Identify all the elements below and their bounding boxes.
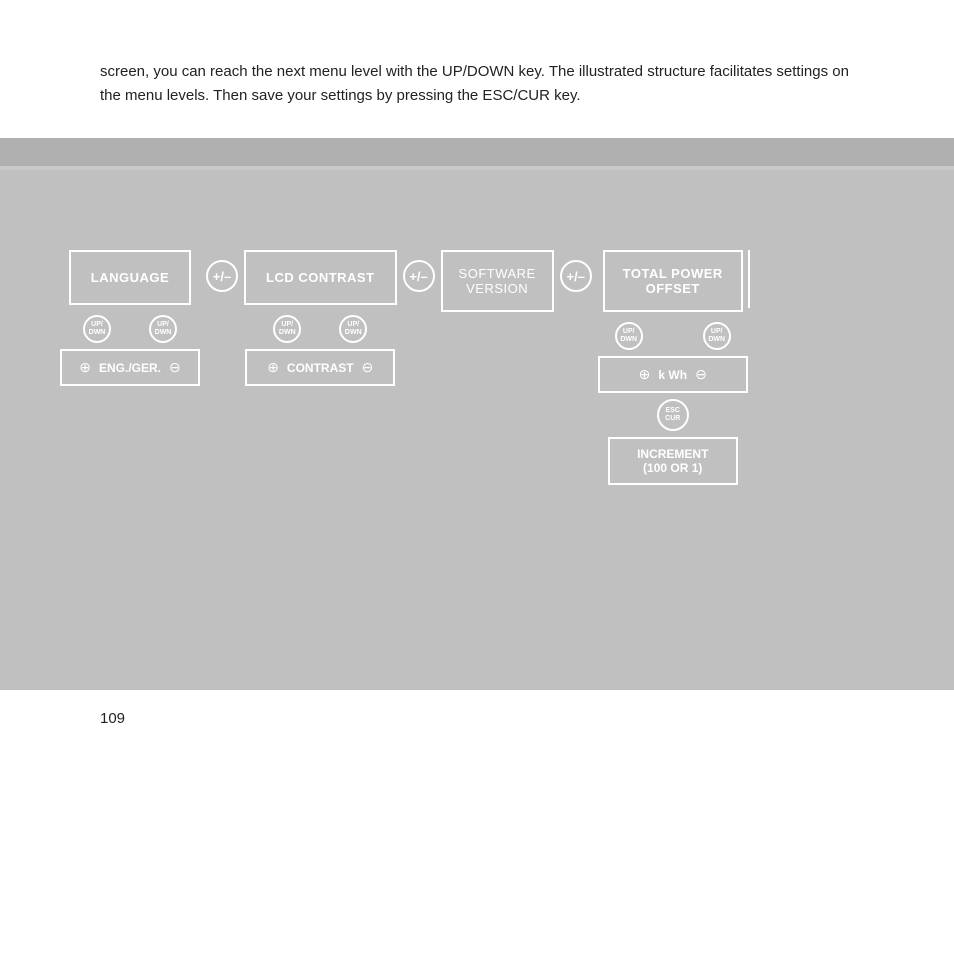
- intro-paragraph: screen, you can reach the next menu leve…: [100, 60, 854, 108]
- contrast-box: ⊕ CONTRAST ⊖: [245, 349, 395, 386]
- connector-circle-3: +/–: [560, 260, 592, 292]
- language-updwn-right: UP/ DWN: [149, 315, 177, 343]
- page-number-section: 109: [0, 690, 954, 747]
- right-vertical-line: [748, 250, 750, 308]
- esc-cur-circle: ESC CUR: [657, 399, 689, 431]
- plus-icon-left: ⊕: [79, 359, 91, 376]
- tpo-updwn-left: UP/ DWN: [615, 322, 643, 350]
- tpo-updwn-row: UP/ DWN UP/ DWN: [615, 322, 731, 350]
- eng-ger-box: ⊕ ENG./GER. ⊖: [60, 349, 200, 386]
- connector-circle-2: +/–: [403, 260, 435, 292]
- software-version-box: SOFTWARE VERSION: [441, 250, 554, 312]
- lcd-contrast-column: LCD CONTRAST UP/ DWN UP/ DWN ⊕ CONTRAST …: [244, 250, 397, 386]
- tpo-updwn-right: UP/ DWN: [703, 322, 731, 350]
- lcd-updwn-row: UP/ DWN UP/ DWN: [273, 315, 367, 343]
- total-power-section: TOTAL POWER OFFSET UP/ DWN UP/ DWN: [598, 250, 750, 485]
- lcd-updwn-right: UP/ DWN: [339, 315, 367, 343]
- minus-icon-contrast: ⊖: [362, 359, 374, 376]
- language-box: LANGUAGE: [69, 250, 191, 305]
- lcd-updwn-left: UP/ DWN: [273, 315, 301, 343]
- language-updwn-row: UP/ DWN UP/ DWN: [83, 315, 177, 343]
- page-number: 109: [100, 710, 125, 727]
- connector-1: +/–: [206, 260, 238, 292]
- plus-icon-kwh: ⊕: [639, 366, 651, 383]
- connector-3: +/–: [560, 260, 592, 292]
- connector-2: +/–: [403, 260, 435, 292]
- software-version-column: SOFTWARE VERSION: [441, 250, 554, 312]
- total-power-box: TOTAL POWER OFFSET: [603, 250, 743, 312]
- plus-icon-contrast: ⊕: [267, 359, 279, 376]
- top-text-section: screen, you can reach the next menu leve…: [0, 0, 954, 138]
- diagram-area: LANGUAGE UP/ DWN UP/ DWN ⊕ ENG./GER. ⊖: [0, 170, 954, 690]
- language-column: LANGUAGE UP/ DWN UP/ DWN ⊕ ENG./GER. ⊖: [60, 250, 200, 386]
- minus-icon-kwh: ⊖: [695, 366, 707, 383]
- language-updwn-left: UP/ DWN: [83, 315, 111, 343]
- connector-circle-1: +/–: [206, 260, 238, 292]
- minus-icon-right: ⊖: [169, 359, 181, 376]
- diagram-content: LANGUAGE UP/ DWN UP/ DWN ⊕ ENG./GER. ⊖: [30, 230, 924, 485]
- lcd-contrast-box: LCD CONTRAST: [244, 250, 397, 305]
- increment-box: INCREMENT (100 OR 1): [608, 437, 738, 485]
- total-power-main: TOTAL POWER OFFSET UP/ DWN UP/ DWN: [598, 250, 748, 485]
- divider-bar: [0, 138, 954, 166]
- kwh-box: ⊕ k Wh ⊖: [598, 356, 748, 393]
